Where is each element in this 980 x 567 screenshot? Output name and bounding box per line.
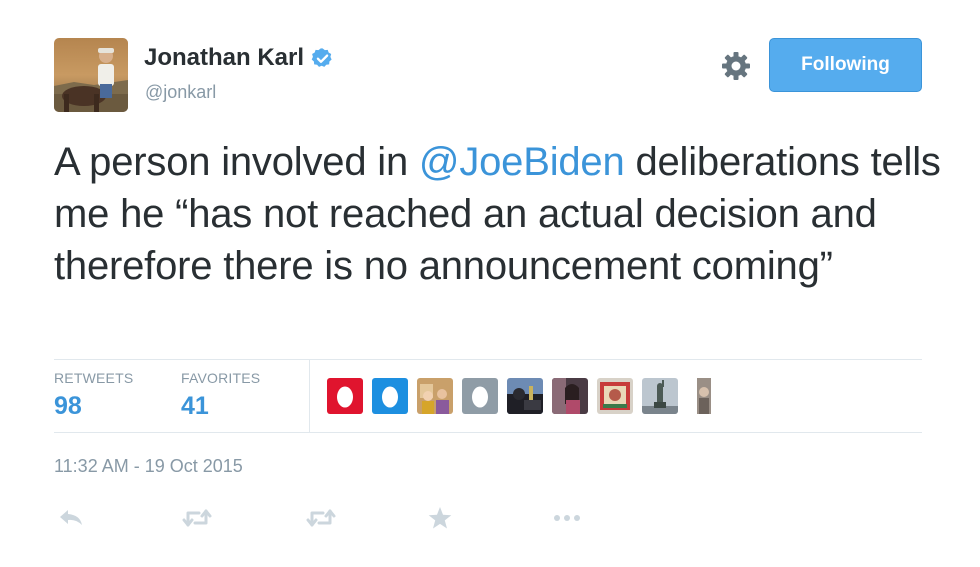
retweets-count[interactable]: 98 xyxy=(54,392,82,421)
favoriter-avatar-photo[interactable] xyxy=(552,378,588,414)
author-name[interactable]: Jonathan Karl xyxy=(144,44,334,72)
favoriter-avatar-egg-gray[interactable] xyxy=(462,378,498,414)
tweet-timestamp[interactable]: 11:32 AM - 19 Oct 2015 xyxy=(54,456,243,477)
favoriter-avatar-photo[interactable] xyxy=(417,378,453,414)
tweet-text-before: A person involved in xyxy=(54,140,419,184)
following-button[interactable]: Following xyxy=(769,38,922,92)
favoriter-avatar-photo[interactable] xyxy=(642,378,678,414)
mention-link[interactable]: @JoeBiden xyxy=(419,140,625,184)
retweets-label[interactable]: RETWEETS xyxy=(54,370,133,386)
favoriter-avatar-egg-red[interactable] xyxy=(327,378,363,414)
more-icon[interactable] xyxy=(552,505,582,531)
author-name-text: Jonathan Karl xyxy=(144,44,305,71)
avatar-photo xyxy=(54,38,128,112)
favoriter-avatar-photo[interactable] xyxy=(597,378,633,414)
stats-vertical-divider xyxy=(309,360,310,432)
favorite-star-icon[interactable] xyxy=(427,505,457,531)
retweet-icon[interactable] xyxy=(305,505,336,531)
favoriters-list xyxy=(327,378,723,414)
favoriter-avatar-photo[interactable] xyxy=(507,378,543,414)
stats-top-divider xyxy=(54,359,922,360)
favoriter-avatar-photo[interactable] xyxy=(687,378,723,414)
gear-icon[interactable] xyxy=(720,50,752,82)
author-handle[interactable]: @jonkarl xyxy=(145,82,216,103)
favoriter-avatar-egg-blue[interactable] xyxy=(372,378,408,414)
favorites-label[interactable]: FAVORITES xyxy=(181,370,260,386)
stats-bottom-divider xyxy=(54,432,922,433)
retweet-icon[interactable] xyxy=(181,505,212,531)
tweet-text: A person involved in @JoeBiden deliberat… xyxy=(54,136,944,292)
favorites-count[interactable]: 41 xyxy=(181,392,209,421)
reply-icon[interactable] xyxy=(56,505,86,531)
following-button-label: Following xyxy=(801,54,890,75)
author-avatar[interactable] xyxy=(54,38,128,112)
verified-badge-icon xyxy=(311,47,334,70)
